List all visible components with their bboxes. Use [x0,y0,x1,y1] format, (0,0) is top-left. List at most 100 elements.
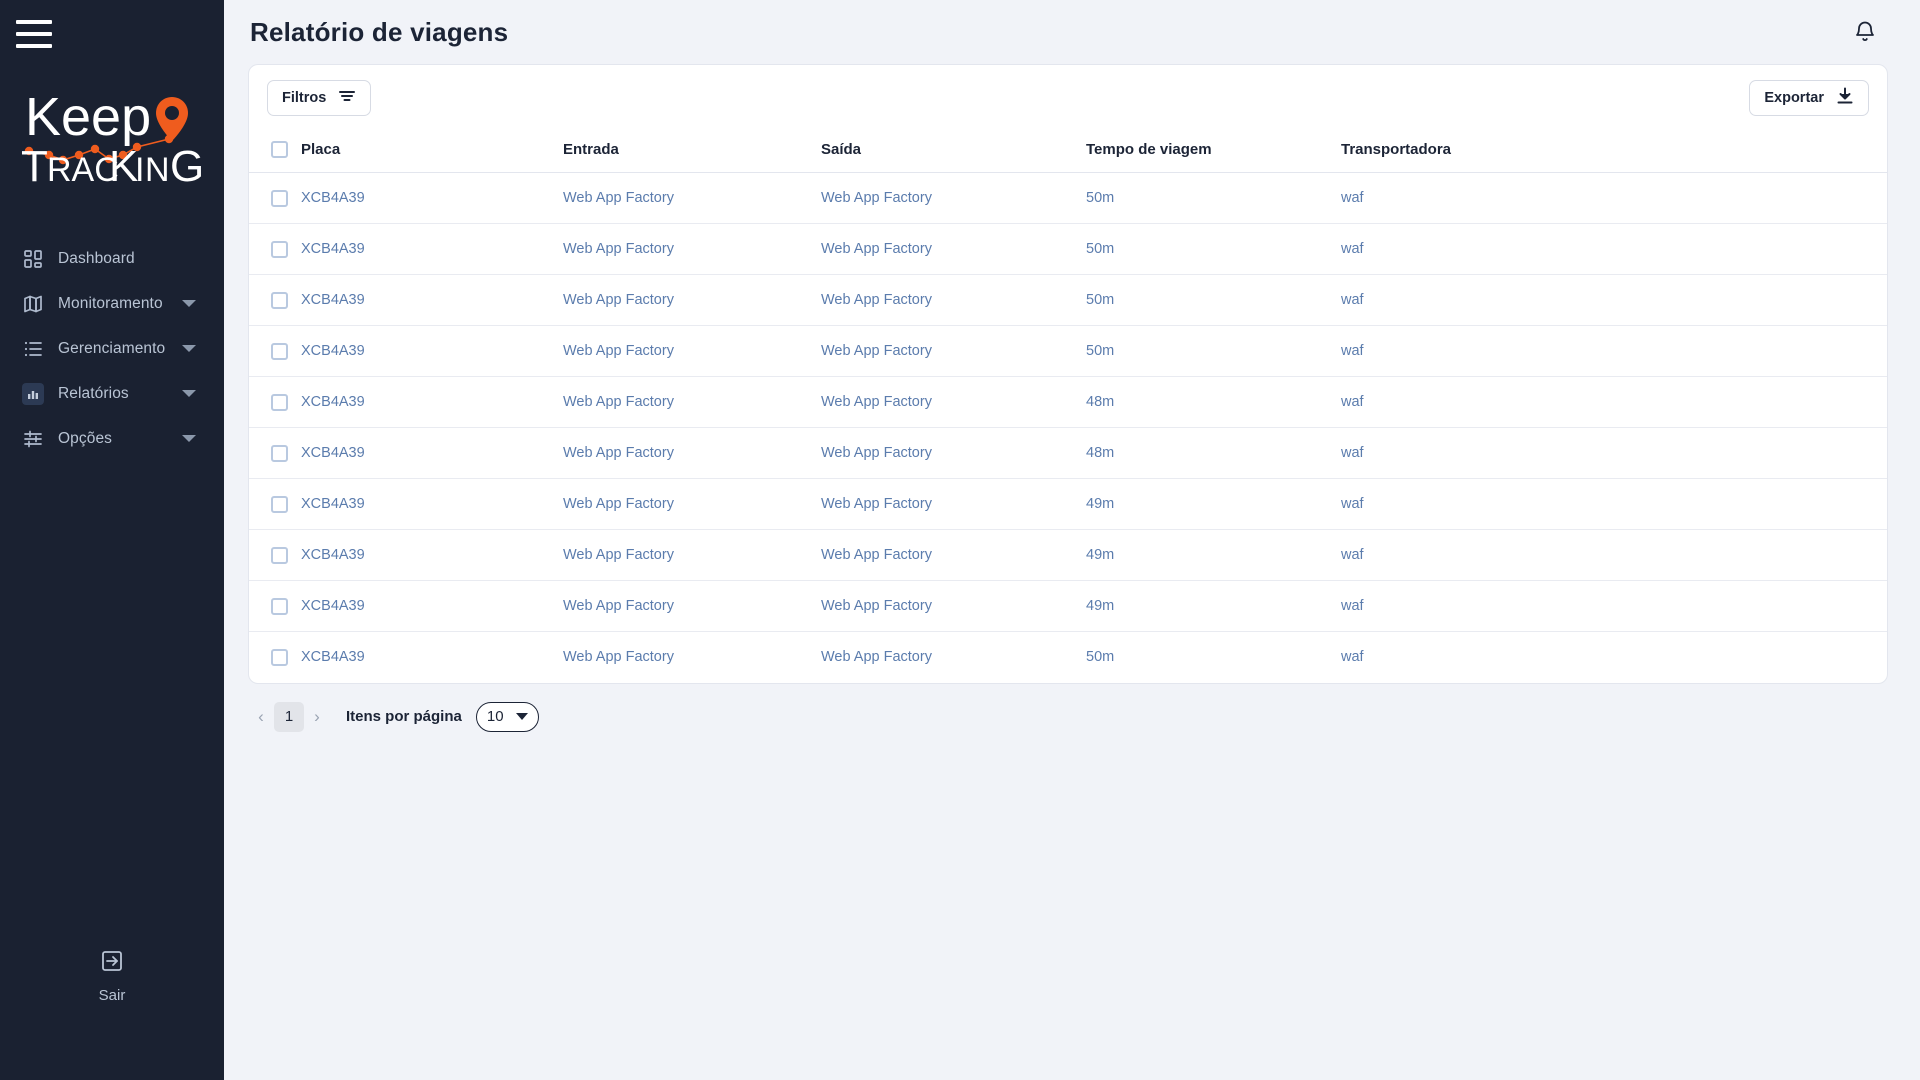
cell-placa: XCB4A39 [301,376,563,428]
select-all-checkbox[interactable] [271,141,288,158]
sidebar-item-relatorios[interactable]: Relatórios [0,371,224,416]
table-row[interactable]: XCB4A39 Web App Factory Web App Factory 49m… [249,529,1887,581]
table-body: XCB4A39 Web App Factory Web App Factory 50m… [249,172,1887,683]
row-checkbox[interactable] [271,648,288,666]
row-checkbox[interactable] [271,291,288,309]
column-header-saida[interactable]: Saída [821,131,1086,173]
page-title: Relatório de viagens [250,16,509,47]
cell-saida: Web App Factory [821,172,1086,224]
row-select-cell [249,376,301,428]
app-root: Keep T RAC K I N G Dashboard Monitoramen… [0,0,1920,1080]
svg-text:Keep: Keep [25,87,151,147]
cell-placa: XCB4A39 [301,478,563,530]
select-all-header [249,131,301,173]
cell-transportadora: waf [1341,172,1887,224]
cell-tempo-de-viagem: 49m [1086,580,1341,632]
cell-transportadora: waf [1341,325,1887,377]
row-checkbox[interactable] [271,240,288,258]
cell-tempo-de-viagem: 48m [1086,376,1341,428]
cell-tempo-de-viagem: 50m [1086,172,1341,224]
sidebar: Keep T RAC K I N G Dashboard Monitoramen… [0,0,224,1080]
column-header-entrada[interactable]: Entrada [563,131,821,173]
chevron-right-icon[interactable]: › [304,704,330,730]
bell-icon[interactable] [1854,20,1876,44]
cell-saida: Web App Factory [821,325,1086,377]
svg-text:T: T [21,142,48,189]
svg-text:N: N [145,151,170,189]
sidebar-item-label: Gerenciamento [58,339,166,357]
logout-button[interactable]: Sair [0,948,224,1004]
row-checkbox[interactable] [271,393,288,411]
pagination: ‹ 1 › Itens por página 10 [224,684,1920,732]
items-per-page-select[interactable]: 10 [475,701,539,732]
table-row[interactable]: XCB4A39 Web App Factory Web App Factory 50m… [249,325,1887,377]
report-card: Filtros Exportar Placa Entrada Saída Tem… [248,64,1888,684]
row-checkbox[interactable] [271,597,288,615]
cell-saida: Web App Factory [821,223,1086,275]
sidebar-item-opcoes[interactable]: Opções [0,416,224,461]
list-icon [22,338,44,360]
svg-text:G: G [170,142,204,189]
cell-saida: Web App Factory [821,649,932,666]
chart-icon [22,382,44,405]
cell-saida: Web App Factory [821,529,1086,581]
table-row[interactable]: XCB4A39 Web App Factory Web App Factory 49m… [249,580,1887,632]
row-select-cell [249,478,301,530]
chevron-down-icon[interactable] [182,345,196,352]
cell-entrada: Web App Factory [563,529,821,581]
chevron-left-icon[interactable]: ‹ [248,704,274,730]
table-row[interactable]: XCB4A39 Web App Factory Web App Factory 50m… [249,632,1887,683]
chevron-down-icon[interactable] [182,300,196,307]
row-checkbox[interactable] [271,444,288,462]
cell-entrada: Web App Factory [563,223,821,275]
sidebar-item-label: Monitoramento [58,294,163,312]
cell-transportadora: waf [1341,376,1887,428]
row-select-cell [249,529,301,581]
chevron-down-icon[interactable] [182,390,196,397]
cell-placa: XCB4A39 [301,580,563,632]
row-checkbox[interactable] [271,546,288,564]
table-row[interactable]: XCB4A39 Web App Factory Web App Factory 50m… [249,172,1887,224]
table-row[interactable]: XCB4A39 Web App Factory Web App Factory 49m… [249,478,1887,530]
row-select-cell [249,223,301,275]
row-checkbox[interactable] [271,495,288,513]
filters-button-label: Filtros [282,90,327,106]
filters-button[interactable]: Filtros [267,80,372,116]
row-select-cell [249,632,301,683]
cell-entrada: Web App Factory [563,325,821,377]
cell-placa: XCB4A39 [301,529,563,581]
row-checkbox[interactable] [271,189,288,207]
cell-saida: Web App Factory [821,580,1086,632]
page-number-1[interactable]: 1 [274,701,304,732]
column-header-placa[interactable]: Placa [301,131,563,173]
cell-transportadora: waf [1341,274,1887,326]
table-row[interactable]: XCB4A39 Web App Factory Web App Factory 50m… [249,274,1887,326]
row-select-cell [249,427,301,479]
cell-saida: Web App Factory [821,478,1086,530]
table-row[interactable]: XCB4A39 Web App Factory Web App Factory 48m… [249,427,1887,479]
cell-tempo-de-viagem: 50m [1086,274,1341,326]
hamburger-icon[interactable] [16,20,52,48]
table-row[interactable]: XCB4A39 Web App Factory Web App Factory 50m… [249,223,1887,275]
cell-transportadora: waf [1341,427,1887,479]
column-header-tempo-de-viagem[interactable]: Tempo de viagem [1086,131,1341,173]
cell-entrada: Web App Factory [563,427,821,479]
sliders-icon [22,428,44,450]
cell-transportadora: waf [1341,529,1887,581]
cell-tempo-de-viagem: 49m [1086,529,1341,581]
row-select-cell [249,325,301,377]
row-select-cell [249,172,301,224]
brand-logo[interactable]: Keep T RAC K I N G [0,74,224,194]
sidebar-item-gerenciamento[interactable]: Gerenciamento [0,326,224,371]
column-header-transportadora[interactable]: Transportadora [1341,131,1887,173]
cell-entrada: Web App Factory [563,376,821,428]
row-checkbox[interactable] [271,342,288,360]
export-button[interactable]: Exportar [1749,80,1869,116]
cell-placa: XCB4A39 [301,427,563,479]
map-icon [22,293,44,315]
main-content: Relatório de viagens Filtros Exportar Pl… [224,0,1920,1080]
chevron-down-icon[interactable] [182,435,196,442]
sidebar-item-dashboard[interactable]: Dashboard [0,236,224,281]
sidebar-item-monitoramento[interactable]: Monitoramento [0,281,224,326]
table-row[interactable]: XCB4A39 Web App Factory Web App Factory 48m… [249,376,1887,428]
